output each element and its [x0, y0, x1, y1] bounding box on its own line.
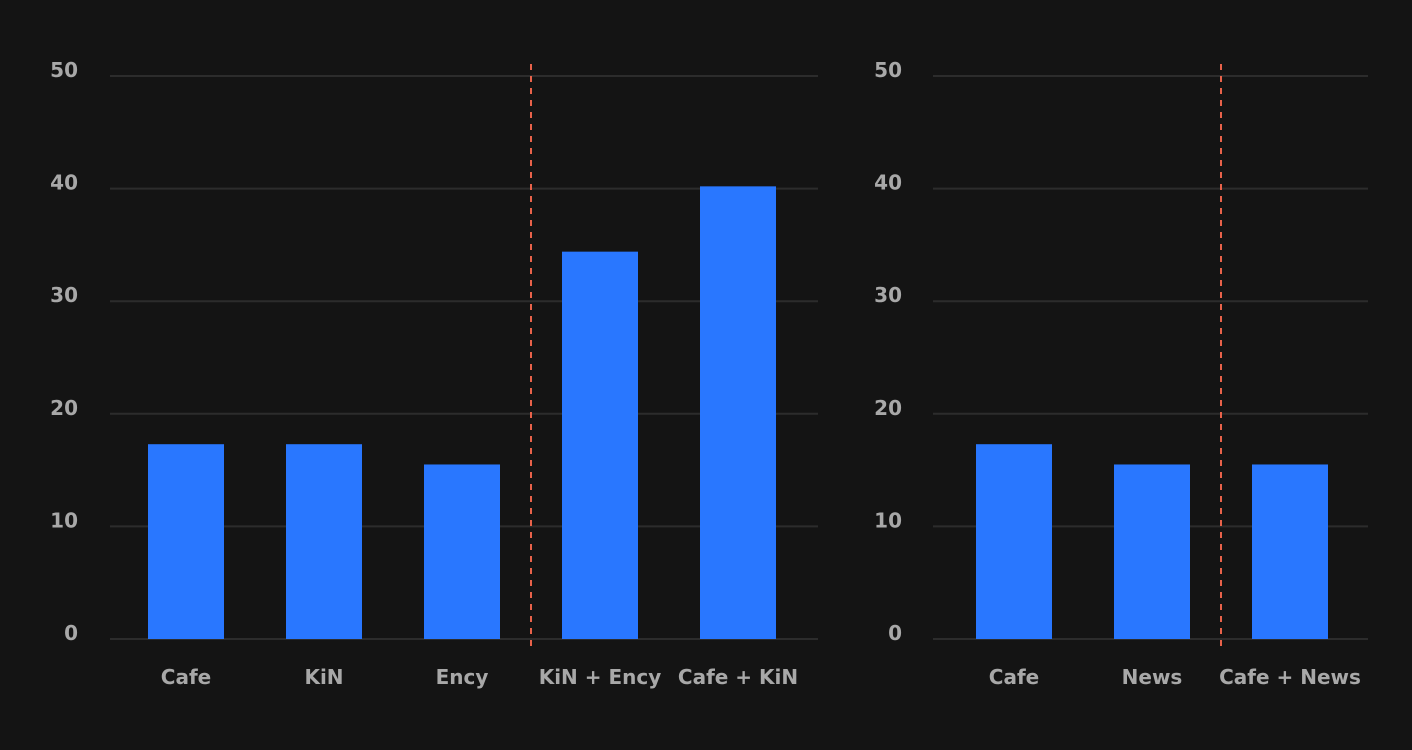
- y-tick-label: 50: [874, 58, 902, 82]
- y-tick-label: 10: [50, 508, 78, 532]
- bar-kin-ency: [562, 251, 638, 639]
- y-tick-label: 40: [874, 171, 902, 195]
- bar-cafe-kin: [700, 186, 776, 639]
- x-tick-label: Cafe + News: [1219, 665, 1361, 689]
- right-bar-chart: 0 10 20 30 40 50 Cafe News Cafe + News: [874, 58, 1368, 689]
- chart-canvas: 0 10 20 30 40 50 Cafe KiN Ency KiN + Ency Cafe + K…: [50, 58, 1368, 689]
- y-tick-label: 30: [50, 283, 78, 307]
- x-tick-label: KiN: [304, 665, 343, 689]
- y-tick-label: 0: [888, 621, 902, 645]
- x-tick-label: KiN + Ency: [539, 665, 662, 689]
- bar-cafe-news: [1252, 464, 1328, 639]
- y-tick-label: 40: [50, 171, 78, 195]
- x-tick-label: Cafe + KiN: [678, 665, 798, 689]
- x-tick-label: News: [1122, 665, 1183, 689]
- y-tick-label: 50: [50, 58, 78, 82]
- y-tick-label: 0: [64, 621, 78, 645]
- bar-ency: [424, 464, 500, 639]
- y-tick-label: 10: [874, 508, 902, 532]
- y-tick-label: 20: [50, 396, 78, 420]
- bar-cafe: [148, 444, 224, 639]
- x-tick-label: Cafe: [161, 665, 211, 689]
- bar-kin: [286, 444, 362, 639]
- y-tick-label: 20: [874, 396, 902, 420]
- left-bar-chart: 0 10 20 30 40 50 Cafe KiN Ency KiN + Ency Cafe + K…: [50, 58, 818, 689]
- y-tick-label: 30: [874, 283, 902, 307]
- bar-news: [1114, 464, 1190, 639]
- x-tick-label: Cafe: [989, 665, 1039, 689]
- x-tick-label: Ency: [436, 665, 489, 689]
- bar-cafe: [976, 444, 1052, 639]
